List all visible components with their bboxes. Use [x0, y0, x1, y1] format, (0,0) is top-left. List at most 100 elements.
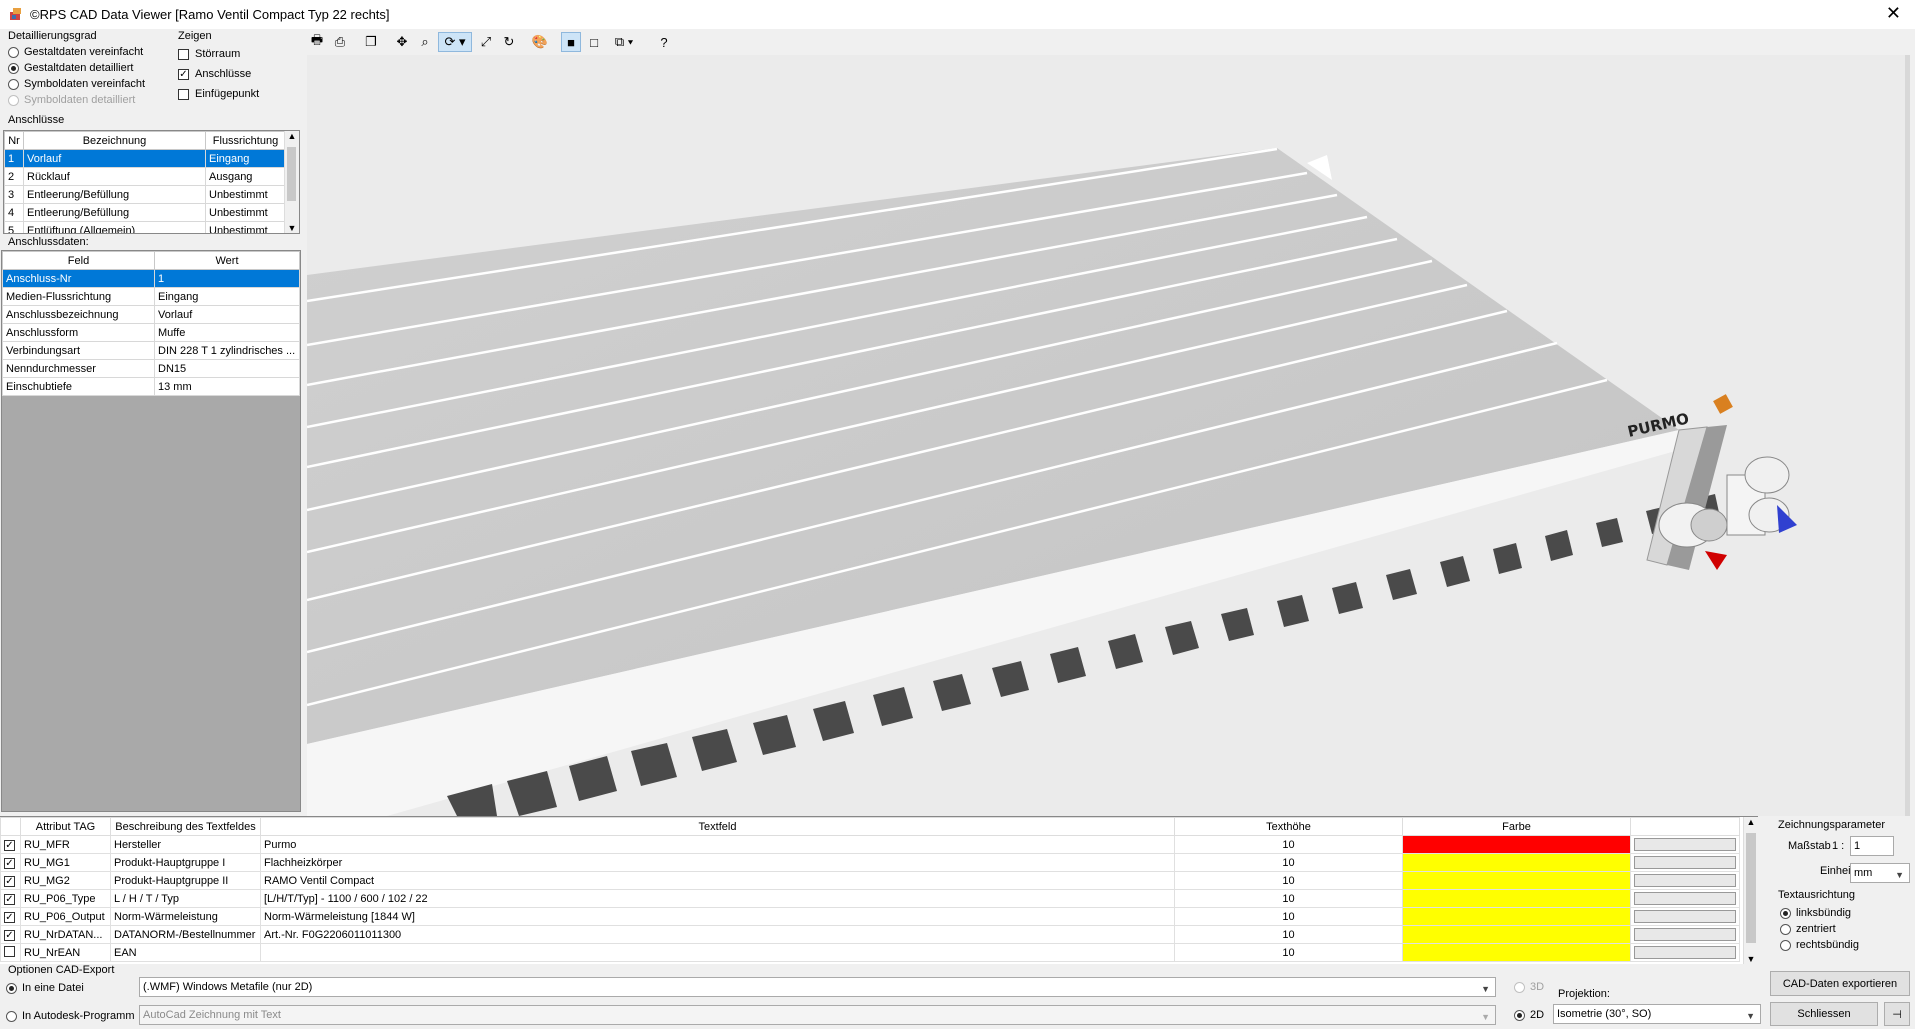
wireframe-icon[interactable]: □	[584, 32, 604, 52]
zoom-icon[interactable]: ⌕	[415, 32, 435, 52]
table-row[interactable]: Anschlussbezeichnung Vorlauf	[2, 305, 300, 324]
pan-icon[interactable]: ✥	[392, 32, 412, 52]
pin-icon[interactable]: ⊣	[1884, 1002, 1910, 1026]
connections-label: Anschlüsse	[8, 114, 65, 126]
color-picker[interactable]	[1634, 910, 1736, 923]
rotate-icon[interactable]: ⟳ ▾	[438, 32, 472, 52]
color-picker[interactable]	[1634, 856, 1736, 869]
show-option-stoerraum[interactable]: Störraum	[178, 44, 298, 64]
viewport-scrollbar[interactable]	[1905, 55, 1910, 816]
unit-select[interactable]: mm ▼	[1850, 863, 1910, 883]
copy-icon[interactable]: ❐	[361, 32, 381, 52]
app-icon	[10, 8, 21, 20]
color-swatch[interactable]	[1402, 925, 1631, 944]
color-swatch[interactable]	[1402, 871, 1631, 890]
help-icon[interactable]: ?	[654, 32, 674, 52]
connections-scrollbar[interactable]: ▲ ▼	[284, 131, 299, 233]
zoom-extents-icon[interactable]: ⤢	[476, 32, 496, 52]
row-checkbox[interactable]: ✓	[4, 857, 15, 869]
color-swatch[interactable]	[1402, 835, 1631, 854]
table-row[interactable]: Einschubtiefe 13 mm	[2, 377, 300, 396]
radiator-model: PURMO	[307, 147, 1797, 816]
color-swatch[interactable]	[1402, 853, 1631, 872]
table-row[interactable]: ✓ RU_MG2 Produkt-Hauptgruppe II RAMO Ventil…	[0, 871, 1740, 890]
close-icon[interactable]: ✕	[1886, 4, 1901, 22]
color-picker[interactable]	[1634, 928, 1736, 941]
col-texthoehe[interactable]: Texthöhe	[1174, 817, 1403, 836]
detail-option-2[interactable]: Symboldaten vereinfacht	[8, 76, 168, 92]
close-button[interactable]: Schliessen	[1770, 1002, 1878, 1026]
scroll-thumb[interactable]	[287, 147, 296, 201]
color-picker[interactable]	[1634, 892, 1736, 905]
table-row[interactable]: 1 Vorlauf Eingang	[4, 149, 286, 168]
print-icon[interactable]: 🖶	[307, 32, 327, 52]
colors-icon[interactable]: 🎨	[530, 32, 550, 52]
col-feld[interactable]: Feld	[2, 251, 155, 270]
detail-option-3: Symboldaten detailliert	[8, 92, 168, 108]
row-checkbox[interactable]: ✓	[4, 929, 15, 941]
table-row[interactable]: 5 Entlüftung (Allgemein) Unbestimmt	[4, 221, 286, 233]
autodesk-program-select[interactable]: AutoCad Zeichnung mit Text ▼	[139, 1005, 1496, 1025]
show-option-einfuegepunkt[interactable]: Einfügepunkt	[178, 84, 298, 104]
text-align-center[interactable]: zentriert	[1778, 921, 1915, 937]
row-checkbox[interactable]: ✓	[4, 839, 15, 851]
attributes-scrollbar[interactable]: ▲ ▼	[1743, 817, 1758, 964]
col-attribut-tag[interactable]: Attribut TAG	[20, 817, 111, 836]
table-row[interactable]: ✓ RU_NrDATAN... DATANORM-/Bestellnummer Art…	[0, 925, 1740, 944]
view-cube-icon[interactable]: ⧉ ▾	[607, 32, 641, 52]
solid-view-icon[interactable]: ■	[561, 32, 581, 52]
table-row[interactable]: Nenndurchmesser DN15	[2, 359, 300, 378]
table-row[interactable]: Medien-Flussrichtung Eingang	[2, 287, 300, 306]
detail-option-1[interactable]: Gestaltdaten detailliert	[8, 60, 168, 76]
mode-2d-radio[interactable]: 2D	[1514, 1007, 1544, 1023]
rotate-view-icon[interactable]: ↻	[499, 32, 519, 52]
row-checkbox[interactable]	[4, 945, 15, 957]
color-swatch[interactable]	[1402, 889, 1631, 908]
col-bezeichnung[interactable]: Bezeichnung	[23, 131, 206, 150]
col-wert[interactable]: Wert	[154, 251, 300, 270]
unit-label: Einheit	[1820, 865, 1854, 877]
detail-option-0[interactable]: Gestaltdaten vereinfacht	[8, 44, 168, 60]
color-picker[interactable]	[1634, 838, 1736, 851]
export-to-autodesk-radio[interactable]: In Autodesk-Programm	[6, 1008, 135, 1024]
scale-input[interactable]: 1	[1850, 836, 1894, 856]
col-beschreibung[interactable]: Beschreibung des Textfeldes	[110, 817, 261, 836]
col-nr[interactable]: Nr	[4, 131, 24, 150]
table-row[interactable]: 4 Entleerung/Befüllung Unbestimmt	[4, 203, 286, 222]
export-to-file-radio[interactable]: In eine Datei	[6, 980, 84, 996]
export-cad-button[interactable]: CAD-Daten exportieren	[1770, 971, 1910, 996]
row-checkbox[interactable]: ✓	[4, 911, 15, 923]
color-swatch[interactable]	[1402, 907, 1631, 926]
color-swatch[interactable]	[1402, 943, 1631, 962]
table-row[interactable]: 3 Entleerung/Befüllung Unbestimmt	[4, 185, 286, 204]
radio-2	[8, 78, 19, 90]
text-align-label: Textausrichtung	[1778, 889, 1856, 901]
color-picker[interactable]	[1634, 946, 1736, 959]
text-align-left[interactable]: linksbündig	[1778, 905, 1915, 921]
scroll-thumb[interactable]	[1746, 833, 1756, 943]
col-flussrichtung[interactable]: Flussrichtung	[205, 131, 286, 150]
show-option-anschluesse[interactable]: ✓ Anschlüsse	[178, 64, 298, 84]
text-align-right[interactable]: rechtsbündig	[1778, 937, 1915, 953]
table-row[interactable]: ✓ RU_MFR Hersteller Purmo 10	[0, 835, 1740, 854]
row-checkbox[interactable]: ✓	[4, 875, 15, 887]
print-preview-icon[interactable]: ⎙	[330, 32, 350, 52]
table-row[interactable]: Anschlussform Muffe	[2, 323, 300, 342]
row-checkbox[interactable]: ✓	[4, 893, 15, 905]
table-row[interactable]: RU_NrEAN EAN 10	[0, 943, 1740, 962]
table-row[interactable]: Verbindungsart DIN 228 T 1 zylindrisches …	[2, 341, 300, 360]
color-picker[interactable]	[1634, 874, 1736, 887]
file-format-select[interactable]: (.WMF) Windows Metafile (nur 2D) ▼	[139, 977, 1496, 997]
radio-1	[8, 62, 19, 74]
drawing-params-panel: Zeichnungsparameter Maßstab 1 : 1 Einhei…	[1778, 819, 1915, 969]
table-row[interactable]: 2 Rücklauf Ausgang	[4, 167, 286, 186]
col-farbe[interactable]: Farbe	[1402, 817, 1631, 836]
table-row[interactable]: Anschluss-Nr 1	[2, 269, 300, 288]
col-textfeld[interactable]: Textfeld	[260, 817, 1175, 836]
table-row[interactable]: ✓ RU_P06_Type L / H / T / Typ [L/H/T/Typ] -…	[0, 889, 1740, 908]
chevron-down-icon: ▼	[1481, 984, 1490, 994]
table-row[interactable]: ✓ RU_P06_Output Norm-Wärmeleistung Norm-Wär…	[0, 907, 1740, 926]
projection-select[interactable]: Isometrie (30°, SO) ▼	[1553, 1004, 1761, 1024]
table-row[interactable]: ✓ RU_MG1 Produkt-Hauptgruppe I Flachheizkör…	[0, 853, 1740, 872]
model-viewport[interactable]: PURMO	[307, 55, 1910, 816]
